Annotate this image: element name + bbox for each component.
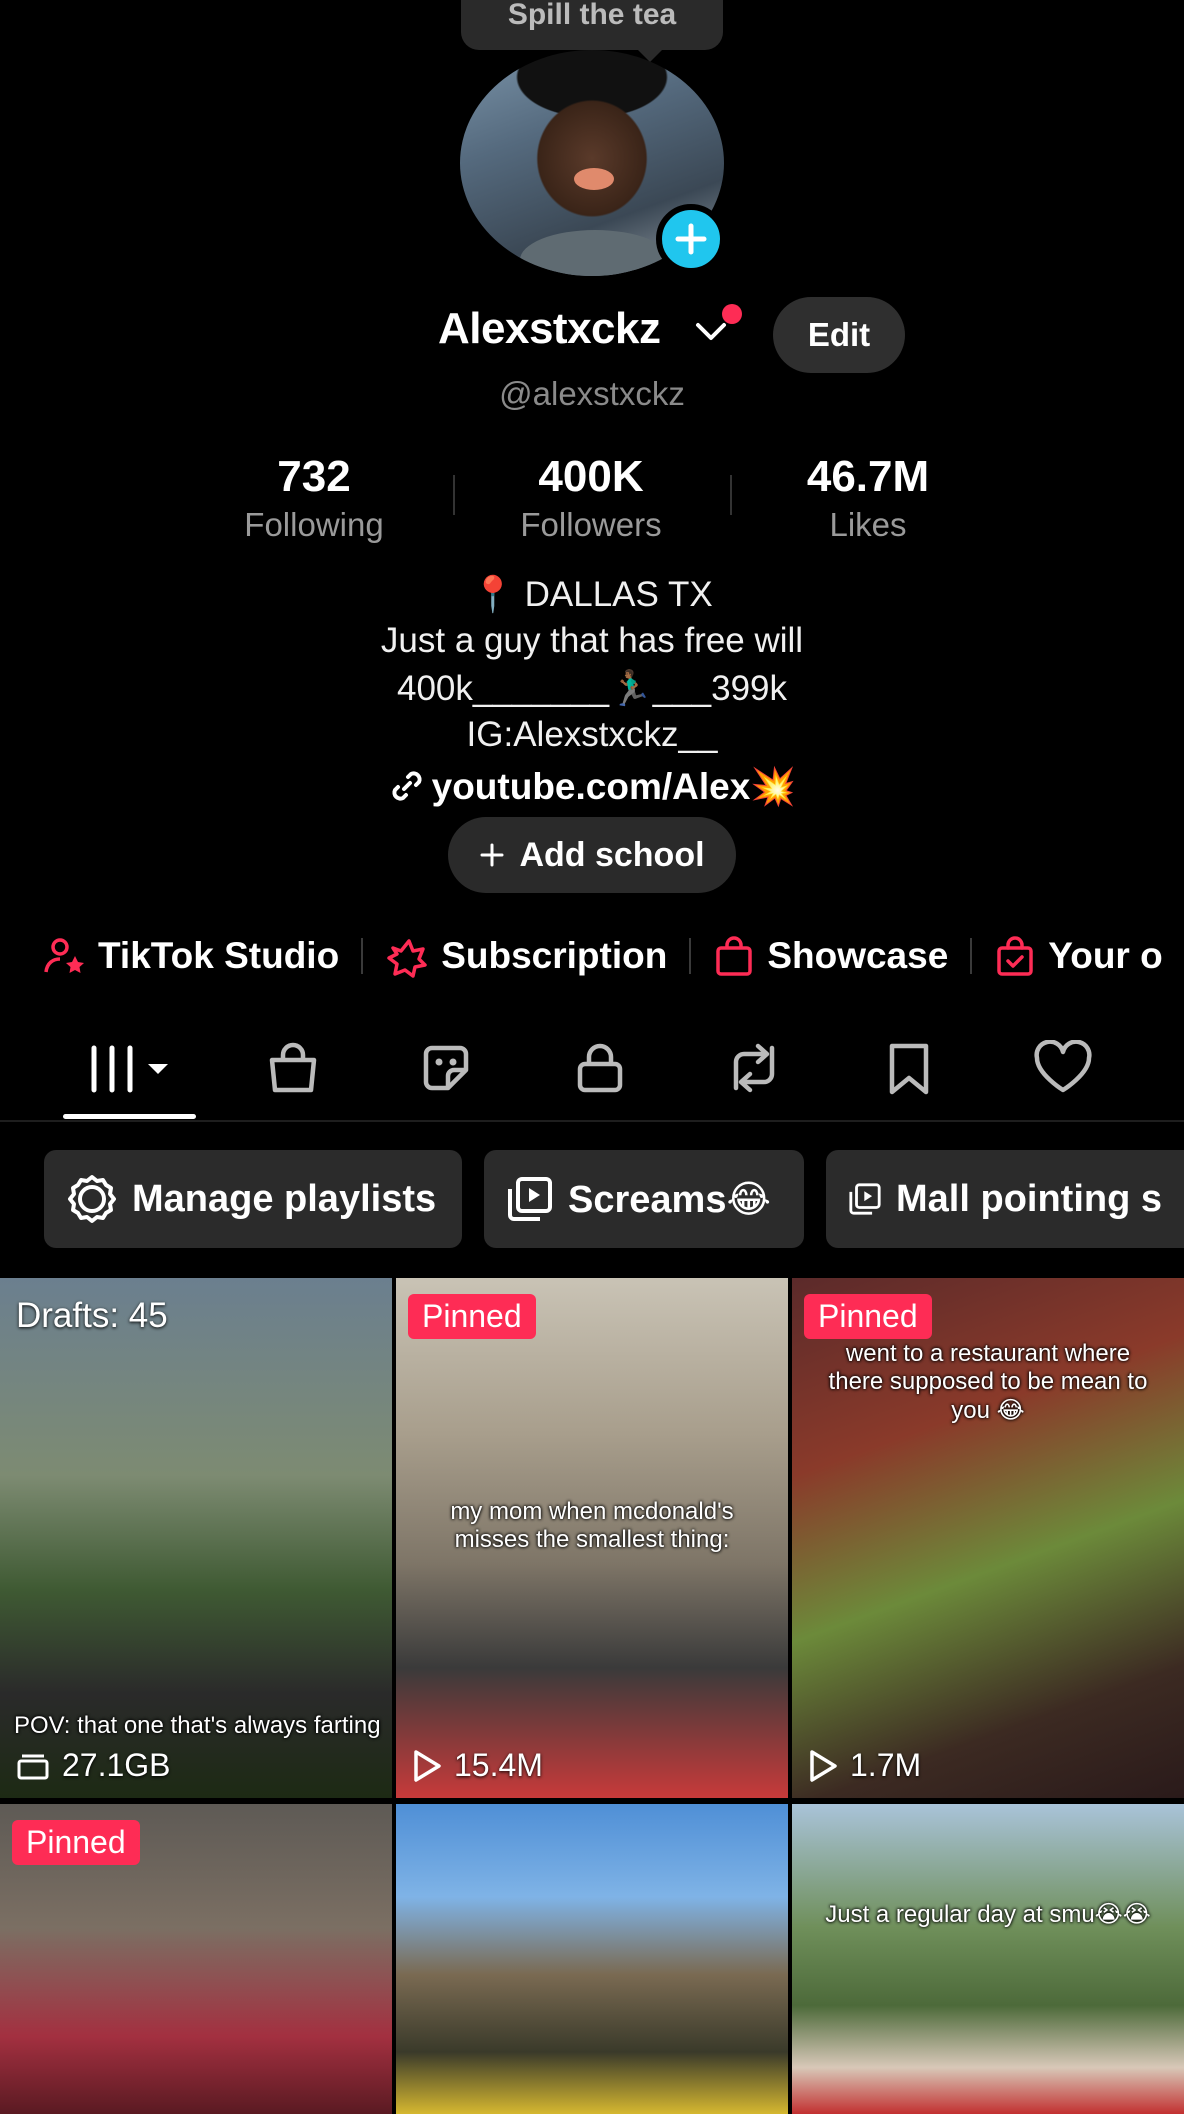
stat-label: Followers	[520, 506, 662, 543]
add-school-label: Add school	[519, 835, 705, 874]
pinned-badge: Pinned	[408, 1294, 536, 1339]
playlist-icon	[508, 1177, 552, 1221]
video-tile[interactable]: Pinned my mom when mcdonald's misses the…	[396, 1278, 788, 1798]
stat-value: 46.7M	[806, 452, 930, 501]
tool-subscription[interactable]: Subscription	[385, 934, 667, 978]
tab-reposts[interactable]	[724, 1040, 784, 1101]
spill-tea-text: Spill the tea	[507, 0, 677, 31]
stat-value: 732	[277, 452, 351, 501]
username-handle: @alexstxckz	[499, 375, 685, 412]
tabs-divider	[0, 1120, 1184, 1122]
stat-label: Following	[244, 506, 384, 543]
drafts-count: Drafts: 45	[16, 1296, 168, 1335]
chip-label: Screams😂	[568, 1178, 771, 1221]
stat-divider	[730, 475, 732, 515]
tab-shop[interactable]	[266, 1040, 320, 1101]
bio-location: 📍 DALLAS TX	[471, 575, 713, 614]
stat-followers[interactable]: 400K Followers	[471, 452, 711, 544]
play-icon	[414, 1749, 441, 1782]
subscription-icon	[387, 939, 427, 978]
lock-icon	[577, 1043, 623, 1093]
studio-icon	[44, 938, 84, 973]
video-caption: POV: that one that's always farting	[14, 1712, 381, 1739]
stat-following[interactable]: 732 Following	[194, 452, 434, 544]
tool-showcase[interactable]: Showcase	[713, 934, 948, 978]
gear-icon	[68, 1175, 116, 1223]
stat-likes[interactable]: 46.7M Likes	[748, 452, 988, 544]
video-caption: my mom when mcdonald's misses the smalle…	[450, 1498, 734, 1553]
chevron-down-icon[interactable]	[694, 318, 728, 344]
stat-divider	[453, 475, 455, 515]
tool-label: Your o	[1048, 935, 1163, 976]
notification-dot	[722, 304, 742, 324]
tool-label: Showcase	[767, 935, 949, 976]
showcase-bag-icon	[716, 936, 753, 976]
pinned-badge: Pinned	[804, 1294, 932, 1339]
view-stats: 1.7M	[808, 1747, 921, 1784]
bio-line: 400k_______🏃🏾‍♂️___399k	[396, 669, 788, 708]
tool-label: Subscription	[441, 935, 668, 976]
bio-line: Just a guy that has free will	[380, 621, 804, 660]
view-count: 27.1GB	[62, 1747, 171, 1783]
bio-link[interactable]: youtube.com/Alex💥	[0, 766, 1184, 809]
display-name[interactable]: Alexstxckz	[438, 304, 661, 354]
playlist-icon	[849, 1183, 881, 1215]
pinned-badge: Pinned	[12, 1820, 140, 1865]
avatar-detail	[574, 168, 614, 190]
view-count: 15.4M	[454, 1747, 543, 1783]
video-caption: Just a regular day at smu😭😭	[825, 1901, 1151, 1928]
tool-divider	[689, 938, 692, 974]
manage-playlists-button[interactable]: Manage playlists	[44, 1150, 462, 1248]
heart-icon	[1034, 1039, 1092, 1093]
link-icon	[392, 771, 422, 801]
avatar-detail	[520, 230, 670, 276]
bio-link-text: youtube.com/Alex💥	[431, 766, 797, 807]
plus-icon	[480, 843, 504, 867]
videos-grid-icon	[91, 1045, 168, 1093]
video-tile[interactable]: Just a regular day at smu😭😭	[792, 1804, 1184, 2114]
chip-label: Manage playlists	[132, 1177, 437, 1220]
stat-value: 400K	[538, 452, 644, 501]
repost-icon	[733, 1043, 775, 1093]
tool-your-orders[interactable]: Your o	[994, 934, 1163, 978]
tab-videos[interactable]	[88, 1040, 174, 1101]
plus-icon	[675, 223, 707, 255]
profile-tabs	[0, 1030, 1184, 1120]
tab-stickers[interactable]	[418, 1040, 474, 1101]
shop-bag-icon	[269, 1042, 317, 1093]
drafts-box-icon	[17, 1754, 49, 1779]
tab-private[interactable]	[574, 1040, 626, 1101]
creator-tools-row: TikTok Studio Subscription Showcase Your…	[42, 926, 1163, 986]
sticker-icon	[423, 1045, 469, 1091]
chip-label: Mall pointing s	[896, 1177, 1162, 1220]
video-tile[interactable]: Pinned went to a restaurant where there …	[792, 1278, 1184, 1798]
tool-divider	[361, 938, 364, 974]
playlist-chip-screams[interactable]: Screams😂	[484, 1150, 804, 1248]
tab-favorites[interactable]	[884, 1040, 934, 1101]
video-tile[interactable]: Pinned	[0, 1804, 392, 2114]
edit-profile-button[interactable]: Edit	[773, 297, 905, 373]
playlist-chip-mall-pointing[interactable]: Mall pointing s	[826, 1150, 1184, 1248]
bio-line: IG:Alexstxckz__	[466, 715, 718, 754]
drafts-size: 27.1GB	[16, 1747, 171, 1784]
spill-tea-bubble[interactable]: Spill the tea	[461, 0, 723, 50]
orders-icon	[997, 936, 1034, 976]
add-story-button[interactable]	[656, 204, 726, 274]
view-stats: 15.4M	[412, 1747, 543, 1784]
tab-liked[interactable]	[1032, 1039, 1094, 1101]
stat-label: Likes	[829, 506, 907, 543]
tool-divider	[970, 938, 973, 974]
tool-label: TikTok Studio	[98, 935, 340, 976]
add-school-button[interactable]: Add school	[448, 817, 736, 893]
video-tile-drafts[interactable]: Drafts: 45 POV: that one that's always f…	[0, 1278, 392, 1798]
tool-tiktok-studio[interactable]: TikTok Studio	[42, 934, 339, 978]
play-icon	[810, 1749, 837, 1782]
bookmark-icon	[889, 1043, 929, 1095]
active-tab-indicator	[63, 1114, 196, 1119]
view-count: 1.7M	[850, 1747, 922, 1783]
video-tile[interactable]	[396, 1804, 788, 2114]
video-caption: went to a restaurant where there suppose…	[828, 1340, 1148, 1424]
